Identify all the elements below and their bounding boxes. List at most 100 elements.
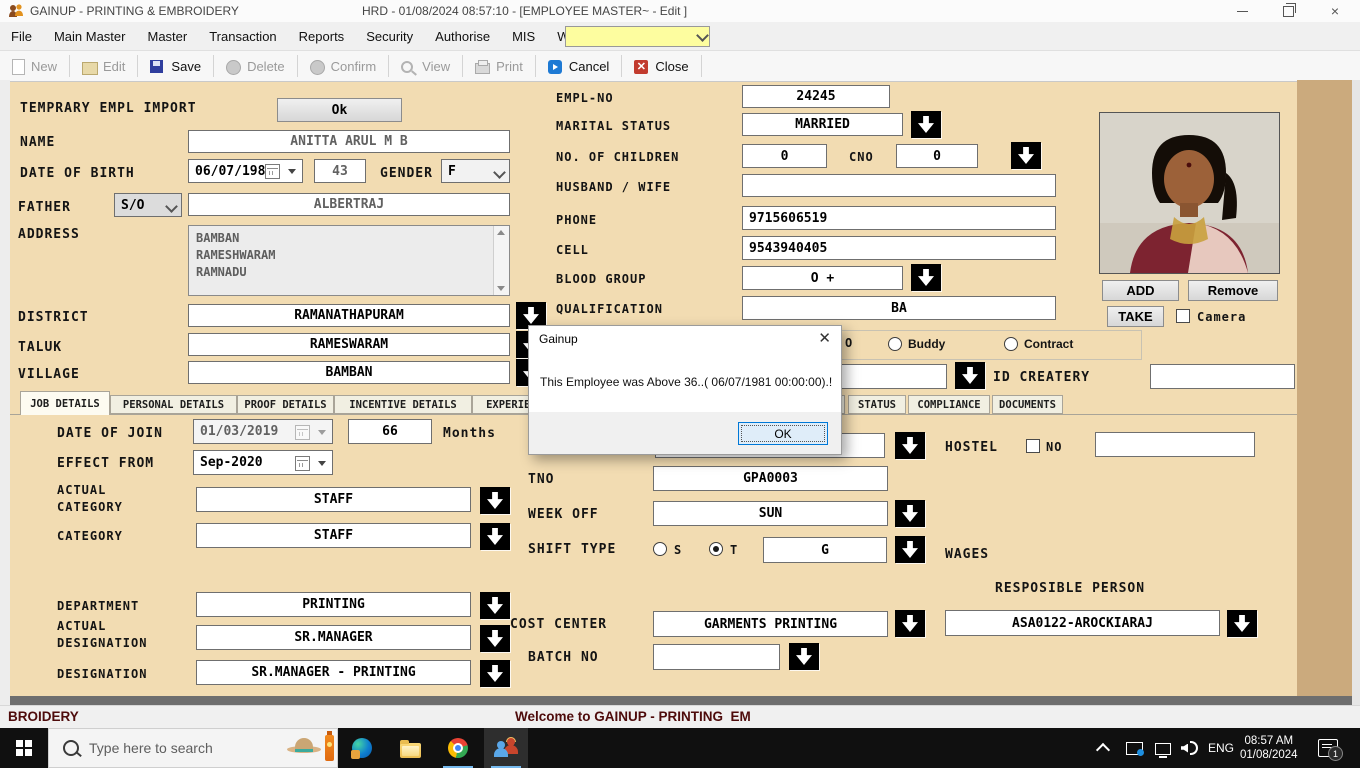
doj-field[interactable]: 01/03/2019 — [193, 419, 333, 444]
menu-main-master[interactable]: Main Master — [43, 22, 137, 50]
contract-radio[interactable] — [1004, 337, 1018, 351]
district-field[interactable]: RAMANATHAPURAM — [188, 304, 510, 327]
taskbar-explorer[interactable] — [388, 728, 432, 768]
minimize-button[interactable] — [1222, 0, 1262, 22]
father-name-field[interactable]: ALBERTRAJ — [188, 193, 510, 216]
taluk-field[interactable]: RAMESWARAM — [188, 333, 510, 356]
taskbar-chrome[interactable] — [436, 728, 480, 768]
menu-master[interactable]: Master — [136, 22, 198, 50]
weekoff-field[interactable]: SUN — [653, 501, 888, 526]
photo-remove-button[interactable]: Remove — [1188, 280, 1278, 301]
tab-status[interactable]: STATUS — [848, 395, 906, 414]
taskbar-gainup-app[interactable] — [484, 728, 528, 768]
direct-lookup-button[interactable] — [955, 362, 985, 389]
hostel-extra-field[interactable] — [1095, 432, 1255, 457]
marital-lookup-button[interactable] — [911, 111, 941, 138]
dialog-close-icon[interactable]: ✕ — [818, 329, 831, 347]
batch-no-field[interactable] — [653, 644, 780, 670]
menu-file[interactable]: File — [0, 22, 43, 50]
tab-job-details[interactable]: JOB DETAILS — [20, 391, 110, 415]
menu-transaction[interactable]: Transaction — [198, 22, 287, 50]
unit-lookup-button[interactable] — [895, 432, 925, 459]
designation-lookup-button[interactable] — [480, 660, 510, 687]
temp-import-ok-button[interactable]: Ok — [277, 98, 402, 122]
category-lookup-button[interactable] — [480, 523, 510, 550]
confirm-button[interactable]: Confirm — [300, 54, 387, 78]
close-window-button[interactable]: × — [1315, 0, 1355, 22]
village-field[interactable]: BAMBAN — [188, 361, 510, 384]
buddy-radio[interactable] — [888, 337, 902, 351]
tab-proof-details[interactable]: PROOF DETAILS — [237, 395, 334, 414]
qualification-field[interactable]: BA — [742, 296, 1056, 320]
quick-search-combo[interactable] — [565, 26, 710, 47]
shift-field[interactable]: G — [763, 537, 887, 563]
tray-language[interactable]: ENG — [1208, 728, 1234, 768]
address-scrollbar[interactable] — [493, 226, 509, 295]
chevron-down-icon[interactable] — [318, 461, 326, 466]
department-lookup-button[interactable] — [480, 592, 510, 619]
address-field[interactable]: BAMBAN RAMESHWARAM RAMNADU — [188, 225, 510, 296]
responsible-person-lookup-button[interactable] — [1227, 610, 1257, 637]
actual-category-lookup-button[interactable] — [480, 487, 510, 514]
taskbar-search[interactable]: Type here to search — [48, 728, 338, 768]
cell-field[interactable]: 9543940405 — [742, 236, 1056, 260]
cno-field[interactable]: 0 — [896, 144, 978, 168]
tray-cast[interactable] — [1126, 728, 1143, 768]
shift-lookup-button[interactable] — [895, 536, 925, 563]
delete-button[interactable]: Delete — [216, 54, 295, 78]
blood-lookup-button[interactable] — [911, 264, 941, 291]
actual-designation-field[interactable]: SR.MANAGER — [196, 625, 471, 650]
close-button[interactable]: ✕Close — [624, 54, 698, 78]
children-field[interactable]: 0 — [742, 144, 827, 168]
tray-clock[interactable]: 08:57 AM 01/08/2024 — [1240, 728, 1298, 768]
hostel-checkbox[interactable] — [1026, 439, 1040, 453]
responsible-person-field[interactable]: ASA0122-AROCKIARAJ — [945, 610, 1220, 636]
scroll-up-icon[interactable] — [497, 230, 505, 235]
tray-network[interactable] — [1155, 728, 1171, 768]
restore-button[interactable] — [1268, 0, 1308, 22]
effect-from-field[interactable]: Sep-2020 — [193, 450, 333, 475]
new-button[interactable]: New — [0, 54, 67, 78]
view-button[interactable]: View — [391, 54, 460, 78]
department-field[interactable]: PRINTING — [196, 592, 471, 617]
name-field[interactable]: ANITTA ARUL M B — [188, 130, 510, 153]
photo-add-button[interactable]: ADD — [1102, 280, 1179, 301]
tno-field[interactable]: GPA0003 — [653, 466, 888, 491]
print-button[interactable]: Print — [465, 54, 533, 78]
menu-authorise[interactable]: Authorise — [424, 22, 501, 50]
tab-compliance[interactable]: COMPLIANCE — [908, 395, 990, 414]
months-field[interactable]: 66 — [348, 419, 432, 444]
cost-center-field[interactable]: GARMENTS PRINTING — [653, 611, 888, 637]
father-prefix-combo[interactable]: S/O — [114, 193, 182, 217]
gender-combo[interactable]: F — [441, 159, 510, 183]
dob-field[interactable]: 06/07/1981 — [188, 159, 303, 183]
children-lookup-button[interactable] — [1011, 142, 1041, 169]
menu-security[interactable]: Security — [355, 22, 424, 50]
actual-designation-lookup-button[interactable] — [480, 625, 510, 652]
emplno-field[interactable]: 24245 — [742, 85, 890, 108]
cost-center-lookup-button[interactable] — [895, 610, 925, 637]
taskbar-edge[interactable] — [340, 728, 384, 768]
batch-no-lookup-button[interactable] — [789, 643, 819, 670]
weekoff-lookup-button[interactable] — [895, 500, 925, 527]
start-button[interactable] — [0, 728, 48, 768]
age-field[interactable]: 43 — [314, 159, 366, 183]
chevron-down-icon[interactable] — [288, 169, 296, 174]
designation-field[interactable]: SR.MANAGER - PRINTING — [196, 660, 471, 685]
menu-reports[interactable]: Reports — [288, 22, 356, 50]
tab-documents[interactable]: DOCUMENTS — [992, 395, 1063, 414]
phone-field[interactable]: 9715606519 — [742, 206, 1056, 230]
tray-chevron[interactable] — [1098, 728, 1108, 768]
scroll-down-icon[interactable] — [497, 286, 505, 291]
marital-field[interactable]: MARRIED — [742, 113, 903, 136]
blood-field[interactable]: O + — [742, 266, 903, 290]
cancel-button[interactable]: Cancel — [538, 54, 619, 78]
save-button[interactable]: Save — [140, 54, 211, 78]
tray-notifications[interactable]: 1 — [1318, 728, 1338, 768]
camera-checkbox[interactable] — [1176, 309, 1190, 323]
shift-s-radio[interactable] — [653, 542, 667, 556]
menu-mis[interactable]: MIS — [501, 22, 546, 50]
spouse-field[interactable] — [742, 174, 1056, 197]
tab-personal-details[interactable]: PERSONAL DETAILS — [110, 395, 237, 414]
actual-category-field[interactable]: STAFF — [196, 487, 471, 512]
